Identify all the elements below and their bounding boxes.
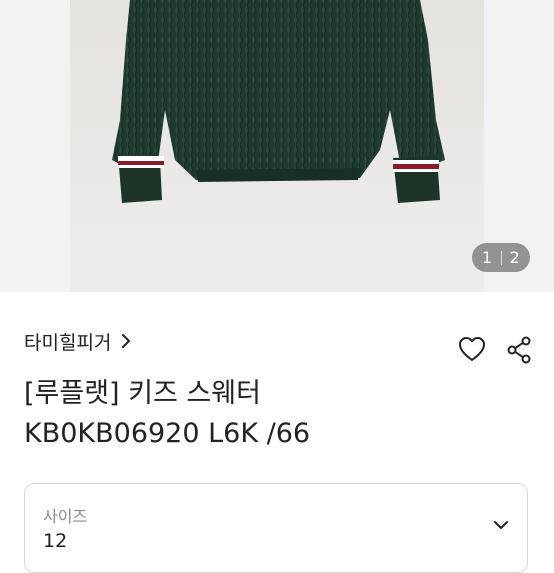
heart-icon[interactable] xyxy=(458,336,486,362)
chevron-right-icon xyxy=(122,334,131,348)
page-separator xyxy=(500,250,502,265)
size-select[interactable]: 사이즈 12 xyxy=(24,483,528,573)
product-image-gallery[interactable]: 1 2 xyxy=(0,0,554,292)
image-page-indicator: 1 2 xyxy=(472,243,530,272)
share-icon[interactable] xyxy=(506,336,532,364)
product-actions xyxy=(458,336,532,364)
brand-name: 타미힐피거 xyxy=(24,331,112,354)
product-title: [루플랫] 키즈 스웨터 KB0KB06920 L6K /66 xyxy=(24,374,524,454)
product-title-line-1: [루플랫] 키즈 스웨터 xyxy=(24,378,261,409)
chevron-down-icon xyxy=(494,521,508,529)
total-pages: 2 xyxy=(509,248,521,267)
size-value: 12 xyxy=(43,530,68,552)
size-label: 사이즈 xyxy=(43,507,88,526)
product-photo xyxy=(112,0,445,203)
product-title-line-2: KB0KB06920 L6K /66 xyxy=(24,418,311,449)
current-page: 1 xyxy=(481,248,493,267)
brand-link[interactable]: 타미힐피거 xyxy=(24,328,131,354)
